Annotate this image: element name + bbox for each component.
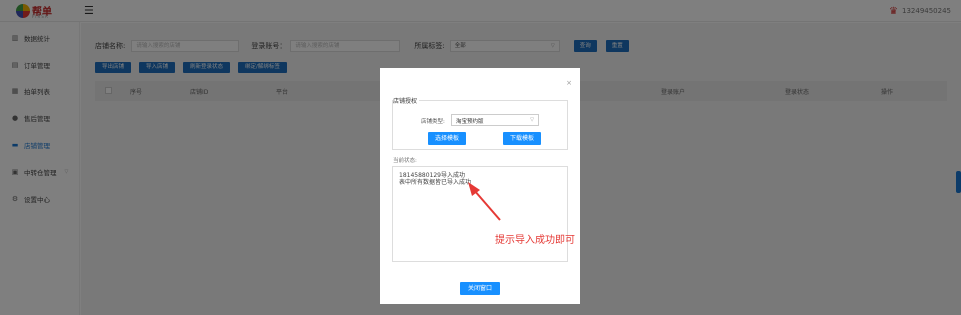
close-window-button[interactable]: 关闭窗口 — [460, 282, 501, 295]
close-icon[interactable]: × — [566, 79, 572, 87]
choose-template-button[interactable]: 选择模板 — [428, 132, 467, 145]
status-textarea[interactable]: 18145880129导入成功 表中所有数据皆已导入成功 — [392, 166, 568, 262]
status-label: 当前状态: — [393, 158, 417, 164]
store-auth-section: 店铺授权 店铺类型: 淘宝预约版 ▽ 选择模板 下载模板 — [392, 96, 568, 150]
status-line: 18145880129导入成功 — [399, 172, 465, 179]
store-type-value: 淘宝预约版 — [456, 119, 484, 125]
section-title: 店铺授权 — [393, 96, 420, 105]
store-auth-modal: × 店铺授权 店铺类型: 淘宝预约版 ▽ 选择模板 下载模板 当前状态: 181… — [380, 68, 580, 304]
chevron-down-icon: ▽ — [530, 117, 534, 123]
status-line: 表中所有数据皆已导入成功 — [399, 179, 472, 186]
store-type-select[interactable]: 淘宝预约版 ▽ — [451, 114, 539, 126]
store-type-label: 店铺类型: — [421, 119, 445, 125]
annotation-text: 提示导入成功即可 — [495, 235, 575, 246]
download-template-button[interactable]: 下载模板 — [503, 132, 542, 145]
